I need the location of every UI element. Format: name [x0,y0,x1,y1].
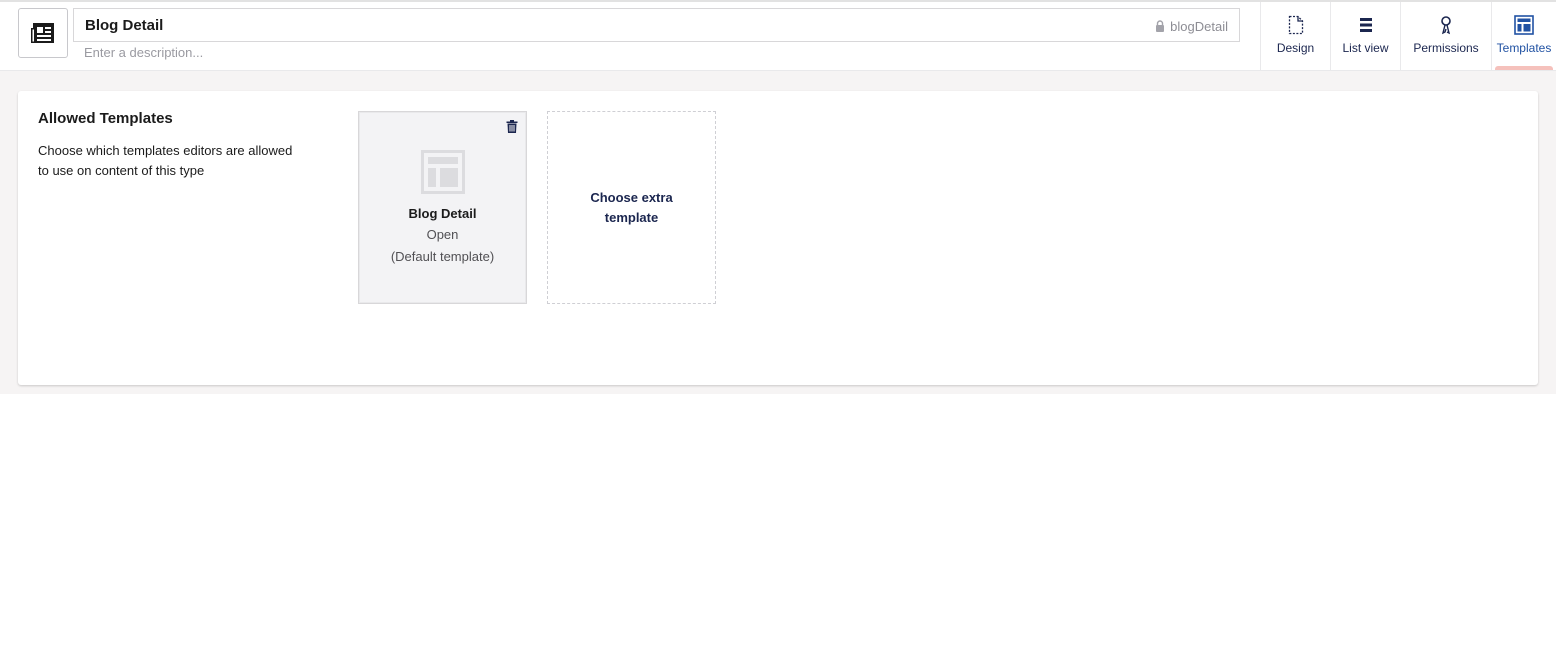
list-icon [1359,18,1372,32]
tab-list-view[interactable]: List view [1330,2,1400,70]
tab-list-view-label: List view [1342,41,1389,55]
document-icon [1288,15,1303,35]
description-input[interactable] [73,42,673,62]
tab-templates-label: Templates [1496,41,1552,55]
alias-text: blogDetail [1170,18,1228,34]
template-layout-icon [420,150,465,194]
content-area: Allowed Templates Choose which templates… [0,71,1556,394]
content-type-icon-button[interactable] [18,8,68,58]
tab-templates[interactable]: Templates [1491,2,1556,70]
newspaper-icon [31,23,54,43]
section-title: Allowed Templates [38,110,173,127]
key-icon [1441,16,1451,35]
template-name: Blog Detail [408,206,477,221]
layout-icon [1514,15,1534,35]
tab-permissions-label: Permissions [1413,41,1479,55]
app-tabs: Design List view Permissions Templates [1260,2,1556,70]
choose-extra-template-button[interactable]: Choose extra template [547,111,716,304]
tab-design[interactable]: Design [1260,2,1330,70]
choose-extra-template-label: Choose extra template [590,189,673,225]
tab-design-label: Design [1276,41,1315,55]
lock-icon [1156,20,1165,32]
template-default-label: (Default template) [390,249,495,264]
alias-display[interactable]: blogDetail [1155,17,1228,35]
template-open-link[interactable]: Open [427,227,459,242]
trash-icon [506,119,518,133]
tab-permissions[interactable]: Permissions [1400,2,1491,70]
name-field-wrapper: blog Detail [73,8,1240,42]
name-input[interactable] [74,9,1239,41]
content-type-header: blogDetail Design List view [0,0,1556,71]
section-description: Choose which templates editors are allow… [38,143,293,178]
template-card[interactable]: Blog Detail Open (Default template) [358,111,527,304]
remove-template-button[interactable] [505,119,519,133]
templates-panel: Allowed Templates Choose which templates… [18,91,1538,385]
